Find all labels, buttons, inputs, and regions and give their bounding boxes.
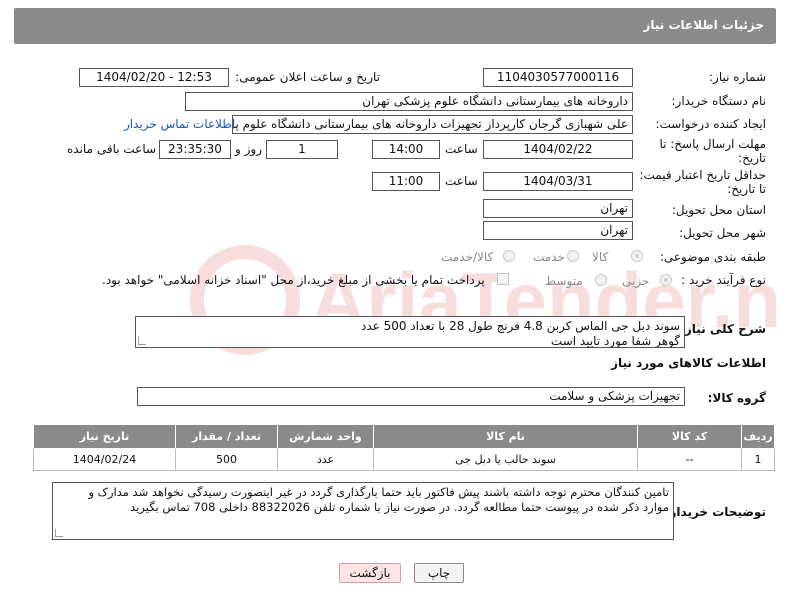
process-radio-medium[interactable] bbox=[595, 274, 607, 286]
delivery-province-label: استان محل تحویل: bbox=[671, 203, 766, 217]
category-radio-goods[interactable] bbox=[631, 250, 643, 262]
buyer-notes-line-2: موارد ذکر شده در پیوست حتما مطالعه گردد.… bbox=[130, 500, 669, 514]
process-radio-minor[interactable] bbox=[660, 274, 672, 286]
need-number-field[interactable]: 1104030577000116 bbox=[483, 68, 633, 87]
cell-unit: عدد bbox=[277, 448, 374, 471]
general-description-line-1: سوند دبل جی الماس کربن 4.8 فرنچ طول 28 ب… bbox=[360, 319, 680, 333]
reply-deadline-date-field[interactable]: 1404/02/22 bbox=[483, 140, 633, 159]
announce-datetime-label: تاریخ و ساعت اعلان عمومی: bbox=[235, 70, 380, 84]
announce-datetime-field[interactable]: 1404/02/20 - 12:53 bbox=[79, 68, 229, 87]
purchase-process-label: نوع فرآیند خرید : bbox=[681, 273, 766, 287]
delivery-city-field[interactable]: تهران bbox=[483, 221, 633, 240]
time-remaining-field[interactable]: 23:35:30 bbox=[159, 140, 231, 159]
col-header-quantity: تعداد / مقدار bbox=[175, 424, 278, 449]
category-option-service: خدمت bbox=[533, 250, 565, 264]
buyer-notes-line-1: تامین کنندگان محترم توجه داشته باشند پیش… bbox=[88, 485, 669, 499]
delivery-city-label: شهر محل تحویل: bbox=[679, 226, 766, 240]
price-validity-date-field[interactable]: 1404/03/31 bbox=[483, 172, 633, 191]
process-option-minor: جزیی bbox=[622, 274, 650, 288]
buyer-org-label: نام دستگاه خریدار: bbox=[671, 94, 767, 108]
col-header-row-number: ردیف bbox=[741, 424, 775, 449]
print-button[interactable]: چاپ bbox=[414, 563, 464, 583]
goods-group-label: گروه کالا: bbox=[707, 391, 766, 405]
goods-group-field[interactable]: تجهیزات پزشکی و سلامت bbox=[137, 387, 685, 406]
resize-handle-icon[interactable] bbox=[55, 529, 63, 537]
col-header-item-code: کد کالا bbox=[637, 424, 742, 449]
delivery-province-field[interactable]: تهران bbox=[483, 199, 633, 218]
reply-deadline-time-field[interactable]: 14:00 bbox=[372, 140, 440, 159]
need-number-label: شماره نیاز: bbox=[709, 70, 766, 84]
category-radio-service[interactable] bbox=[567, 250, 579, 262]
buyer-notes-textarea[interactable]: تامین کنندگان محترم توجه داشته باشند پیش… bbox=[52, 482, 674, 540]
col-header-item-name: نام کالا bbox=[373, 424, 638, 449]
price-validity-time-field[interactable]: 11:00 bbox=[372, 172, 440, 191]
col-header-need-date: تاریخ نیاز bbox=[33, 424, 176, 449]
reply-deadline-label-2: تاریخ: bbox=[738, 151, 766, 165]
reply-deadline-label: مهلت ارسال پاسخ: تا bbox=[659, 137, 766, 151]
resize-handle-icon[interactable] bbox=[138, 337, 146, 345]
buyer-org-field[interactable]: داروخانه های بیمارستانی دانشگاه علوم پزش… bbox=[185, 92, 633, 111]
page-title: جزئیات اطلاعات نیاز bbox=[643, 18, 764, 32]
category-option-goods: کالا bbox=[592, 250, 609, 264]
treasury-payment-checkbox[interactable] bbox=[497, 273, 509, 285]
cell-quantity: 500 bbox=[175, 448, 278, 471]
col-header-unit: واحد شمارش bbox=[277, 424, 374, 449]
price-time-label: ساعت bbox=[445, 174, 478, 188]
process-option-medium: متوسط bbox=[545, 274, 583, 288]
back-button[interactable]: بازگشت bbox=[339, 563, 401, 583]
category-option-goods-service: کالا/خدمت bbox=[441, 250, 494, 264]
cell-item-name: سوند حالب یا دبل جی bbox=[373, 448, 638, 471]
category-label: طبقه بندی موضوعی: bbox=[659, 250, 766, 264]
requester-label: ایجاد کننده درخواست: bbox=[655, 117, 766, 131]
general-description-label: شرح کلی نیاز: bbox=[680, 322, 766, 336]
category-radio-goods-service[interactable] bbox=[503, 250, 515, 262]
cell-item-code: -- bbox=[637, 448, 742, 471]
time-remaining-label: ساعت باقی مانده bbox=[67, 142, 157, 156]
cell-row-number: 1 bbox=[741, 448, 775, 471]
buyer-contact-link[interactable]: اطلاعات تماس خریدار bbox=[124, 117, 235, 131]
treasury-payment-note: پرداخت تمام یا بخشی از مبلغ خرید،از محل … bbox=[102, 273, 485, 287]
items-table: ردیف کد کالا نام کالا واحد شمارش تعداد /… bbox=[33, 424, 775, 471]
general-description-line-2: گوهر شفا مورد تایید است bbox=[550, 334, 680, 348]
buyer-notes-label: توضیحات خریدار: bbox=[664, 505, 766, 519]
days-remaining-field[interactable]: 1 bbox=[266, 140, 338, 159]
days-label: روز و bbox=[235, 142, 262, 156]
price-validity-label: حداقل تاریخ اعتبار قیمت: bbox=[639, 168, 766, 182]
reply-time-label: ساعت bbox=[445, 142, 478, 156]
cell-need-date: 1404/02/24 bbox=[33, 448, 176, 471]
price-validity-label-2: تا تاریخ: bbox=[727, 182, 766, 196]
goods-section-title: اطلاعات کالاهای مورد نیاز bbox=[611, 356, 766, 370]
table-row[interactable]: 1 -- سوند حالب یا دبل جی عدد 500 1404/02… bbox=[33, 448, 775, 471]
general-description-textarea[interactable]: سوند دبل جی الماس کربن 4.8 فرنچ طول 28 ب… bbox=[135, 316, 685, 348]
requester-field[interactable]: علی شهبازی گرجان کارپرداز تجهیزات داروخا… bbox=[232, 115, 633, 134]
table-header-row: ردیف کد کالا نام کالا واحد شمارش تعداد /… bbox=[33, 424, 775, 449]
